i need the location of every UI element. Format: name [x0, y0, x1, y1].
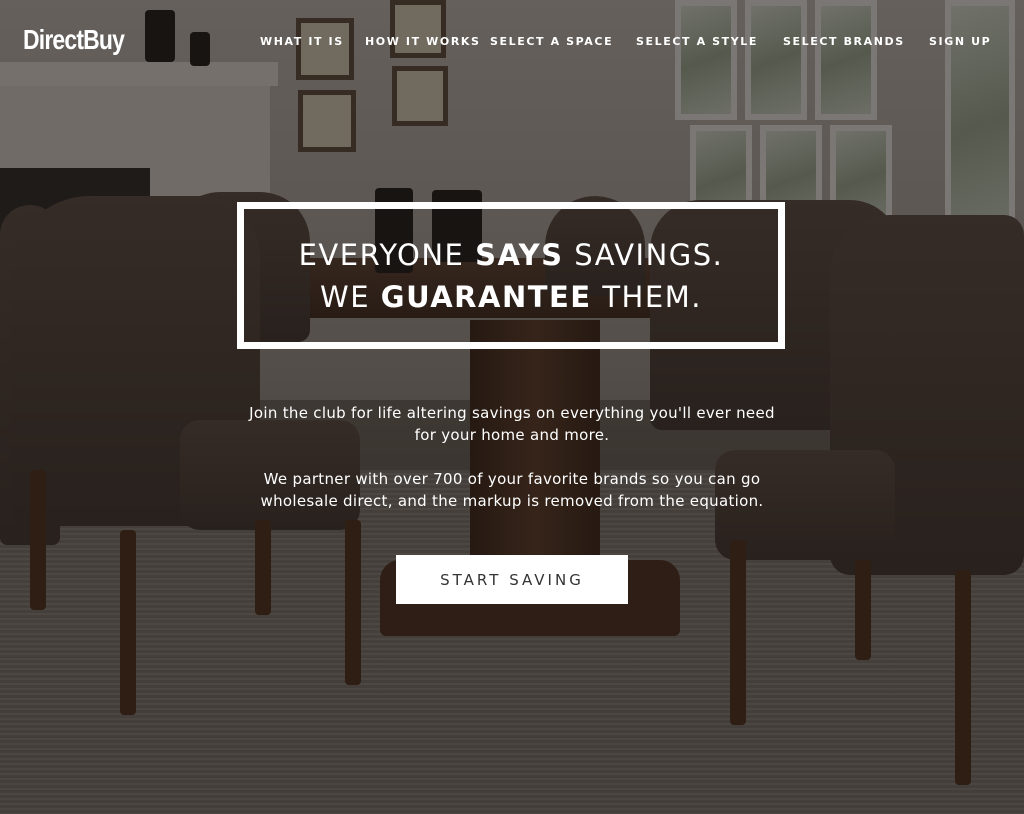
headline-line-2: WE GUARANTEE THEM.: [320, 276, 702, 318]
intro-paragraph: Join the club for life altering savings …: [232, 402, 792, 446]
nav-item-how-it-works[interactable]: HOW IT WORKS: [365, 35, 481, 49]
headline-text: WE: [320, 279, 381, 314]
headline-line-1: EVERYONE SAYS SAVINGS.: [299, 234, 724, 276]
headline-emphasis: GUARANTEE: [380, 279, 592, 314]
start-saving-button[interactable]: START SAVING: [396, 555, 628, 604]
brands-paragraph-line: wholesale direct, and the markup is remo…: [260, 492, 764, 510]
nav-item-select-a-space[interactable]: SELECT A SPACE: [490, 35, 613, 49]
headline-text: SAVINGS.: [563, 237, 724, 272]
brands-paragraph-line: We partner with over 700 of your favorit…: [263, 470, 761, 488]
intro-paragraph-line: Join the club for life altering savings …: [249, 404, 775, 422]
intro-paragraph-line: for your home and more.: [414, 426, 610, 444]
nav-item-what-it-is[interactable]: WHAT IT IS: [260, 35, 344, 49]
main-navigation: WHAT IT IS HOW IT WORKS SELECT A SPACE S…: [0, 35, 1024, 51]
site-header: DirectBuy WHAT IT IS HOW IT WORKS SELECT…: [0, 0, 1024, 84]
nav-item-sign-up[interactable]: SIGN UP: [929, 35, 991, 49]
nav-item-select-brands[interactable]: SELECT BRANDS: [783, 35, 905, 49]
headline-text: EVERYONE: [298, 237, 476, 272]
hero-section: DirectBuy WHAT IT IS HOW IT WORKS SELECT…: [0, 0, 1024, 814]
headline-text: THEM.: [591, 279, 702, 314]
brands-paragraph: We partner with over 700 of your favorit…: [232, 468, 792, 512]
headline-box: EVERYONE SAYS SAVINGS. WE GUARANTEE THEM…: [237, 202, 785, 349]
headline-emphasis: SAYS: [475, 237, 564, 272]
nav-item-select-a-style[interactable]: SELECT A STYLE: [636, 35, 758, 49]
